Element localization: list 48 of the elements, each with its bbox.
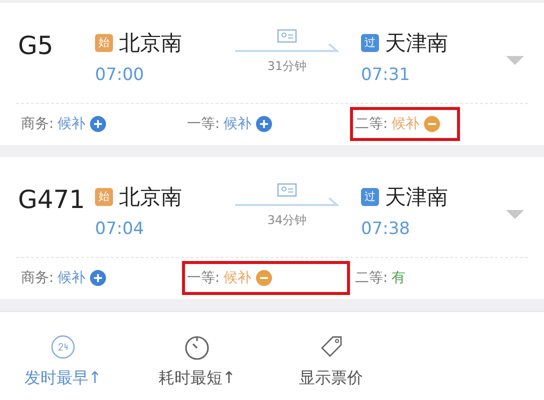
station-badge: 过 <box>361 188 379 206</box>
id-card-icon <box>277 183 297 197</box>
plus-circle-icon[interactable] <box>90 270 106 286</box>
timer-icon <box>184 334 210 360</box>
station-name: 北京南 <box>119 30 182 57</box>
seat-status: 候补 <box>224 268 252 288</box>
id-card-icon <box>277 29 297 43</box>
toolbar-tab[interactable]: 耗时最短↑ <box>152 334 242 400</box>
seat-status: 有 <box>392 268 406 288</box>
station-badge: 始 <box>95 34 113 52</box>
seat-status: 候补 <box>224 114 252 134</box>
seat-status: 候补 <box>392 114 420 134</box>
duration: 34分钟 <box>267 212 307 229</box>
seat-status: 候补 <box>58 268 86 288</box>
plus-circle-icon[interactable] <box>256 116 272 132</box>
plus-circle-icon[interactable] <box>90 116 106 132</box>
minus-circle-icon[interactable] <box>424 116 440 132</box>
time: 07:00 <box>95 64 144 87</box>
seat-item[interactable]: 一等: 候补 <box>182 261 350 295</box>
station-name: 天津南 <box>385 30 448 57</box>
train-number: G471 <box>17 185 86 215</box>
time: 07:38 <box>361 218 410 241</box>
seat-item[interactable]: 商务: 候补 <box>16 107 184 141</box>
minus-circle-icon[interactable] <box>256 270 272 286</box>
duration: 31分钟 <box>267 58 307 75</box>
time: 07:04 <box>95 218 144 241</box>
seat-status: 候补 <box>58 114 86 134</box>
seat-class: 商务: <box>21 268 54 288</box>
station-name: 天津南 <box>385 184 448 211</box>
station-name: 北京南 <box>119 184 182 211</box>
time: 07:31 <box>361 64 410 87</box>
toolbar-tab[interactable]: 显示票价 <box>286 334 376 400</box>
dropdown-icon[interactable] <box>506 56 524 65</box>
seat-item[interactable]: 商务: 候补 <box>16 261 184 295</box>
seat-item[interactable]: 一等: 候补 <box>182 107 350 141</box>
toolbar-tab[interactable]: 发时最早↑ <box>18 334 108 400</box>
seat-item[interactable]: 二等: 候补 <box>350 107 460 141</box>
seat-class: 一等: <box>187 114 220 134</box>
seat-class: 二等: <box>355 114 388 134</box>
station-badge: 始 <box>95 188 113 206</box>
train-number: G5 <box>17 31 54 61</box>
seat-item[interactable]: 二等: 有 <box>350 261 460 295</box>
seat-class: 一等: <box>187 268 220 288</box>
clock-icon <box>50 334 76 360</box>
dropdown-icon[interactable] <box>506 210 524 219</box>
station-badge: 过 <box>361 34 379 52</box>
seat-class: 二等: <box>355 268 388 288</box>
seat-class: 商务: <box>21 114 54 134</box>
